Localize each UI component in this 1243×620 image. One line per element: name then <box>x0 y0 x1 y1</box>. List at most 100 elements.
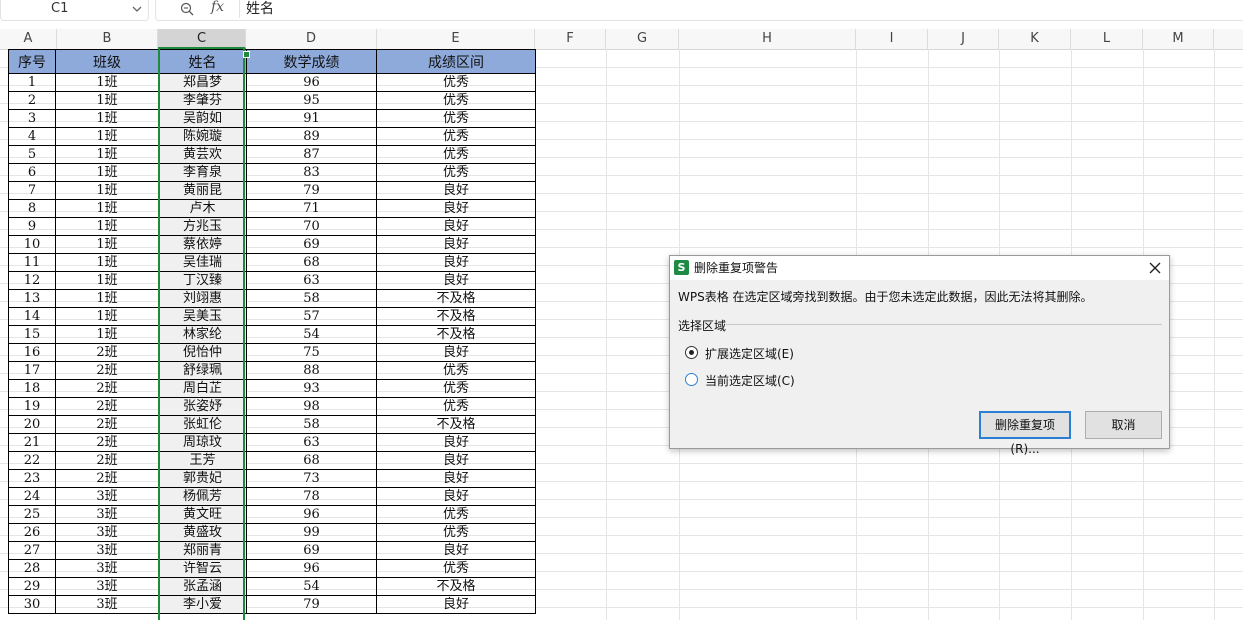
cell-name[interactable]: 蔡依婷 <box>158 235 247 254</box>
cell-name[interactable]: 林家纶 <box>158 325 247 344</box>
cell-grade[interactable]: 不及格 <box>376 415 536 434</box>
cell-seq[interactable]: 26 <box>8 523 56 542</box>
column-header-c[interactable]: C <box>158 29 246 49</box>
cell-class[interactable]: 1班 <box>55 181 159 200</box>
table-row[interactable]: 19 2班 张姿妤 98 优秀 <box>8 397 536 416</box>
header-cell-seq[interactable]: 序号 <box>8 49 56 74</box>
cell-grade[interactable]: 优秀 <box>376 91 536 110</box>
cell-grade[interactable]: 良好 <box>376 469 536 488</box>
cell-name[interactable]: 陈婉璇 <box>158 127 247 146</box>
cell-grade[interactable]: 良好 <box>376 199 536 218</box>
chevron-down-icon[interactable] <box>131 3 143 15</box>
cell-grade[interactable]: 优秀 <box>376 379 536 398</box>
cell-seq[interactable]: 1 <box>8 73 56 92</box>
cell-grade[interactable]: 优秀 <box>376 505 536 524</box>
cell-score[interactable]: 54 <box>246 577 377 596</box>
cell-class[interactable]: 2班 <box>55 361 159 380</box>
cell-grade[interactable]: 良好 <box>376 451 536 470</box>
cell-name[interactable]: 卢木 <box>158 199 247 218</box>
cell-grade[interactable]: 不及格 <box>376 307 536 326</box>
cell-score[interactable]: 73 <box>246 469 377 488</box>
remove-duplicates-button[interactable]: 删除重复项(R)... <box>979 411 1071 456</box>
cell-class[interactable]: 1班 <box>55 325 159 344</box>
cell-name[interactable]: 张姿妤 <box>158 397 247 416</box>
radio-current-label[interactable]: 当前选定区域(C) <box>705 372 795 389</box>
cell-name[interactable]: 许智云 <box>158 559 247 578</box>
table-row[interactable]: 3 1班 吴韵如 91 优秀 <box>8 109 536 128</box>
cell-score[interactable]: 68 <box>246 253 377 272</box>
column-header-g[interactable]: G <box>606 29 679 49</box>
cell-seq[interactable]: 12 <box>8 271 56 290</box>
data-table[interactable]: 序号 班级 姓名 数学成绩 成绩区间 1 1班 郑昌梦 96 优秀 2 1班 李肇芬 95 优秀 3… <box>8 49 536 614</box>
table-row[interactable]: 6 1班 李育泉 83 优秀 <box>8 163 536 182</box>
cell-class[interactable]: 1班 <box>55 109 159 128</box>
cell-class[interactable]: 3班 <box>55 487 159 506</box>
cell-seq[interactable]: 20 <box>8 415 56 434</box>
header-cell-score[interactable]: 数学成绩 <box>246 49 377 74</box>
cell-class[interactable]: 1班 <box>55 253 159 272</box>
cell-name[interactable]: 吴韵如 <box>158 109 247 128</box>
cell-grade[interactable]: 良好 <box>376 541 536 560</box>
table-row[interactable]: 7 1班 黄丽昆 79 良好 <box>8 181 536 200</box>
radio-current-selection[interactable] <box>685 373 698 386</box>
cell-score[interactable]: 96 <box>246 559 377 578</box>
column-header-m[interactable]: M <box>1143 29 1214 49</box>
cell-score[interactable]: 57 <box>246 307 377 326</box>
table-row[interactable]: 28 3班 许智云 96 优秀 <box>8 559 536 578</box>
cell-seq[interactable]: 24 <box>8 487 56 506</box>
cell-seq[interactable]: 29 <box>8 577 56 596</box>
cell-name[interactable]: 郭贵妃 <box>158 469 247 488</box>
table-row[interactable]: 21 2班 周琼玟 63 良好 <box>8 433 536 452</box>
cell-grade[interactable]: 优秀 <box>376 163 536 182</box>
cell-score[interactable]: 63 <box>246 433 377 452</box>
cell-seq[interactable]: 2 <box>8 91 56 110</box>
table-row[interactable]: 12 1班 丁汉臻 63 良好 <box>8 271 536 290</box>
cell-name[interactable]: 黄丽昆 <box>158 181 247 200</box>
table-row[interactable]: 30 3班 李小爱 79 良好 <box>8 595 536 614</box>
table-row[interactable]: 29 3班 张孟涵 54 不及格 <box>8 577 536 596</box>
cell-name[interactable]: 李育泉 <box>158 163 247 182</box>
cell-grade[interactable]: 良好 <box>376 487 536 506</box>
cell-seq[interactable]: 21 <box>8 433 56 452</box>
table-row[interactable]: 16 2班 倪怡仲 75 良好 <box>8 343 536 362</box>
table-row[interactable]: 15 1班 林家纶 54 不及格 <box>8 325 536 344</box>
cell-class[interactable]: 1班 <box>55 307 159 326</box>
cell-name[interactable]: 舒绿珮 <box>158 361 247 380</box>
cell-seq[interactable]: 15 <box>8 325 56 344</box>
cell-name[interactable]: 方兆玉 <box>158 217 247 236</box>
cell-name[interactable]: 杨佩芳 <box>158 487 247 506</box>
cell-name[interactable]: 吴美玉 <box>158 307 247 326</box>
close-icon[interactable] <box>1147 260 1163 276</box>
cell-score[interactable]: 68 <box>246 451 377 470</box>
cell-seq[interactable]: 19 <box>8 397 56 416</box>
table-row[interactable]: 27 3班 郑丽青 69 良好 <box>8 541 536 560</box>
cell-score[interactable]: 96 <box>246 505 377 524</box>
cell-score[interactable]: 95 <box>246 91 377 110</box>
header-cell-grade[interactable]: 成绩区间 <box>376 49 536 74</box>
cell-class[interactable]: 3班 <box>55 541 159 560</box>
cell-grade[interactable]: 优秀 <box>376 523 536 542</box>
cell-grade[interactable]: 良好 <box>376 217 536 236</box>
cell-class[interactable]: 3班 <box>55 559 159 578</box>
cell-seq[interactable]: 17 <box>8 361 56 380</box>
cell-class[interactable]: 2班 <box>55 397 159 416</box>
cell-class[interactable]: 1班 <box>55 235 159 254</box>
column-header-d[interactable]: D <box>246 29 377 49</box>
cell-class[interactable]: 2班 <box>55 433 159 452</box>
cell-name[interactable]: 张虹伦 <box>158 415 247 434</box>
cell-score[interactable]: 88 <box>246 361 377 380</box>
cell-score[interactable]: 87 <box>246 145 377 164</box>
cell-seq[interactable]: 5 <box>8 145 56 164</box>
cell-score[interactable]: 96 <box>246 73 377 92</box>
cell-seq[interactable]: 4 <box>8 127 56 146</box>
name-box[interactable]: C1 <box>0 0 149 21</box>
cell-class[interactable]: 1班 <box>55 271 159 290</box>
table-row[interactable]: 9 1班 方兆玉 70 良好 <box>8 217 536 236</box>
cell-seq[interactable]: 18 <box>8 379 56 398</box>
table-row[interactable]: 1 1班 郑昌梦 96 优秀 <box>8 73 536 92</box>
cell-grade[interactable]: 优秀 <box>376 559 536 578</box>
cell-seq[interactable]: 6 <box>8 163 56 182</box>
zoom-out-icon[interactable] <box>180 2 194 16</box>
cell-seq[interactable]: 11 <box>8 253 56 272</box>
header-cell-class[interactable]: 班级 <box>55 49 159 74</box>
